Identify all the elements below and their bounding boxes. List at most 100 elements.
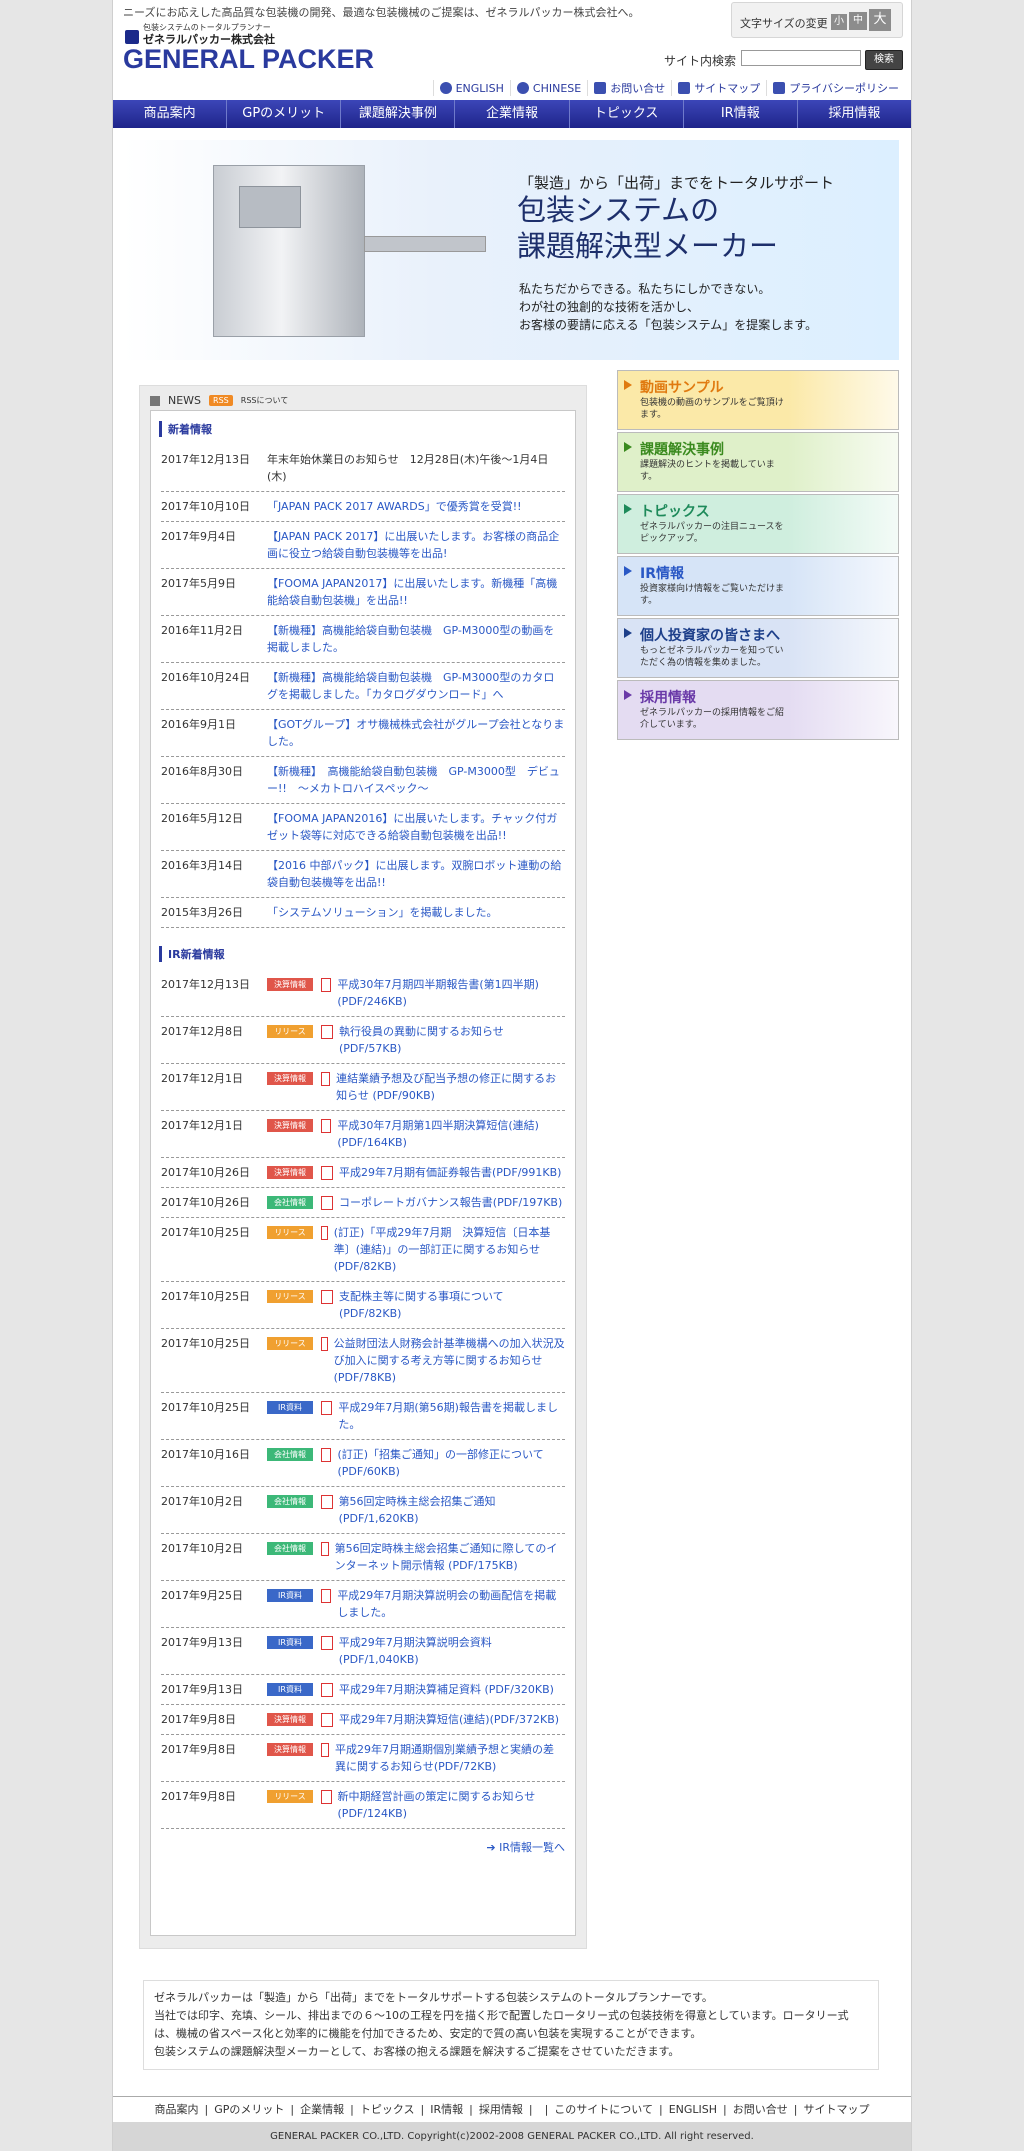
ir-news-item[interactable]: 2017年10月25日 リリース 公益財団法人財務会計基準機構への加入状況及び加入に… [161, 1329, 565, 1393]
footer-link[interactable]: 商品案内 [149, 2103, 205, 2116]
ir-news-item[interactable]: 2017年12月1日 決算情報 平成30年7月期第1四半期決算短信(連結)(PDF/… [161, 1111, 565, 1158]
ir-news-title[interactable]: 第56回定時株主総会招集ご通知(PDF/1,620KB) [339, 1493, 565, 1527]
ir-news-item[interactable]: 2017年10月2日 会社情報 第56回定時株主総会招集ご通知(PDF/1,620K… [161, 1487, 565, 1534]
news-title[interactable]: 【2016 中部パック】に出展します。双腕ロボット連動の給袋自動包装機等を出品!… [267, 857, 565, 891]
news-title[interactable]: 「JAPAN PACK 2017 AWARDS」で優秀賞を受賞!! [267, 498, 565, 515]
footer-link[interactable]: トピックス [354, 2103, 421, 2116]
ir-news-title[interactable]: 平成29年7月期決算短信(連結)(PDF/372KB) [339, 1711, 559, 1728]
ir-news-title[interactable]: 平成29年7月期決算説明会の動画配信を掲載しました。 [337, 1587, 565, 1621]
side-banner[interactable]: 個人投資家の皆さまへ もっとゼネラルパッカーを知っていただく為の情報を集めました。 [617, 618, 899, 678]
news-item[interactable]: 2016年11月2日 【新機種】高機能給袋自動包装機 GP-M3000型の動画を掲… [161, 616, 565, 663]
news-item[interactable]: 2016年3月14日 【2016 中部パック】に出展します。双腕ロボット連動の給袋… [161, 851, 565, 898]
hero-subheading: 「製造」から「出荷」までをトータルサポート [519, 174, 835, 192]
nav-merit[interactable]: GPのメリット [227, 100, 342, 128]
font-size-medium-button[interactable]: 中 [849, 12, 867, 30]
ir-news-title[interactable]: 公益財団法人財務会計基準機構への加入状況及び加入に関する考え方等に関するお知らせ… [334, 1335, 565, 1386]
news-title[interactable]: 【新機種】高機能給袋自動包装機 GP-M3000型のカタログを掲載しました。「カ… [267, 669, 565, 703]
news-item[interactable]: 2016年9月1日 【GOTグループ】オサ機械株式会社がグループ会社となりました。 [161, 710, 565, 757]
ir-news-item[interactable]: 2017年12月8日 リリース 執行役員の異動に関するお知らせ(PDF/57KB) [161, 1017, 565, 1064]
font-size-small-button[interactable]: 小 [831, 14, 847, 30]
news-item[interactable]: 2016年8月30日 【新機種】 高機能給袋自動包装機 GP-M3000型 デビュ… [161, 757, 565, 804]
logo[interactable]: GENERAL PACKER [123, 44, 374, 75]
footer-link[interactable]: 採用情報 [473, 2103, 529, 2116]
news-title[interactable]: 【FOOMA JAPAN2016】に出展いたします。チャック付ガゼット袋等に対応… [267, 810, 565, 844]
ir-news-item[interactable]: 2017年12月1日 決算情報 連結業績予想及び配当予想の修正に関するお知らせ (P… [161, 1064, 565, 1111]
search-input[interactable] [741, 50, 861, 66]
footer-link[interactable]: ENGLISH [663, 2103, 723, 2116]
logo-mark-icon[interactable] [125, 30, 139, 44]
news-item[interactable]: 2016年5月12日 【FOOMA JAPAN2016】に出展いたします。チャック… [161, 804, 565, 851]
ir-news-title[interactable]: コーポレートガバナンス報告書(PDF/197KB) [339, 1194, 562, 1211]
news-item[interactable]: 2016年10月24日 【新機種】高機能給袋自動包装機 GP-M3000型のカタロ… [161, 663, 565, 710]
util-sitemap-link[interactable]: サイトマップ [671, 80, 766, 96]
ir-news-title[interactable]: 平成29年7月期決算補足資料 (PDF/320KB) [339, 1681, 554, 1698]
rss-button[interactable]: RSS [209, 395, 233, 406]
ir-news-title[interactable]: 執行役員の異動に関するお知らせ(PDF/57KB) [339, 1023, 565, 1057]
ir-news-title[interactable]: 新中期経営計画の策定に関するお知らせ(PDF/124KB) [338, 1788, 565, 1822]
ir-news-item[interactable]: 2017年10月25日 リリース (訂正)「平成29年7月期 決算短信〔日本基準〕(… [161, 1218, 565, 1282]
nav-products[interactable]: 商品案内 [113, 100, 228, 128]
ir-news-title[interactable]: (訂正)「平成29年7月期 決算短信〔日本基準〕(連結)」の一部訂正に関するお知… [334, 1224, 565, 1275]
ir-news-item[interactable]: 2017年10月2日 会社情報 第56回定時株主総会招集ご通知に際してのインターネッ… [161, 1534, 565, 1581]
banner-photo [788, 681, 898, 739]
ir-news-item[interactable]: 2017年10月25日 リリース 支配株主等に関する事項について(PDF/82KB) [161, 1282, 565, 1329]
ir-news-item[interactable]: 2017年9月25日 IR資料 平成29年7月期決算説明会の動画配信を掲載しました。 [161, 1581, 565, 1628]
ir-news-item[interactable]: 2017年10月26日 会社情報 コーポレートガバナンス報告書(PDF/197KB) [161, 1188, 565, 1218]
nav-solutions[interactable]: 課題解決事例 [341, 100, 456, 128]
ir-news-item[interactable]: 2017年9月8日 決算情報 平成29年7月期通期個別業績予想と実績の差異に関するお… [161, 1735, 565, 1782]
ir-news-item[interactable]: 2017年9月13日 IR資料 平成29年7月期決算説明会資料(PDF/1,040K… [161, 1628, 565, 1675]
ir-more-link[interactable]: ➔ IR情報一覧へ [161, 1839, 565, 1855]
util-english-link[interactable]: ENGLISH [432, 80, 510, 96]
news-title[interactable]: 【新機種】 高機能給袋自動包装機 GP-M3000型 デビュー!! 〜メカトロハ… [267, 763, 565, 797]
side-banner[interactable]: 動画サンプル 包装機の動画のサンプルをご覧頂けます。 [617, 370, 899, 430]
font-size-large-button[interactable]: 大 [869, 9, 891, 31]
side-banner[interactable]: トピックス ゼネラルパッカーの注目ニュースをピックアップ。 [617, 494, 899, 554]
news-title[interactable]: 【FOOMA JAPAN2017】に出展いたします。新機種「高機能給袋自動包装機… [267, 575, 565, 609]
side-banner[interactable]: 採用情報 ゼネラルパッカーの採用情報をご紹介しています。 [617, 680, 899, 740]
ir-news-title[interactable]: 平成29年7月期通期個別業績予想と実績の差異に関するお知らせ(PDF/72KB) [335, 1741, 565, 1775]
ir-news-item[interactable]: 2017年10月26日 決算情報 平成29年7月期有価証券報告書(PDF/991KB… [161, 1158, 565, 1188]
footer-link[interactable] [533, 2103, 545, 2116]
ir-news-title[interactable]: 平成30年7月期四半期報告書(第1四半期)(PDF/246KB) [337, 976, 565, 1010]
ir-news-item[interactable]: 2017年9月8日 リリース 新中期経営計画の策定に関するお知らせ(PDF/124K… [161, 1782, 565, 1829]
news-item[interactable]: 2015年3月26日 「システムソリューション」を掲載しました。 [161, 898, 565, 928]
util-privacy-link[interactable]: プライバシーポリシー [766, 80, 905, 96]
rss-about-link[interactable]: RSSについて [241, 395, 288, 406]
news-title[interactable]: 【新機種】高機能給袋自動包装機 GP-M3000型の動画を掲載しました。 [267, 622, 565, 656]
util-contact-link[interactable]: お問い合せ [587, 80, 671, 96]
ir-news-item[interactable]: 2017年10月16日 会社情報 (訂正)「招集ご通知」の一部修正について(PDF/… [161, 1440, 565, 1487]
news-header: NEWS RSS RSSについて [150, 394, 288, 407]
news-title[interactable]: 【GOTグループ】オサ機械株式会社がグループ会社となりました。 [267, 716, 565, 750]
side-banner[interactable]: 課題解決事例 課題解決のヒントを掲載しています。 [617, 432, 899, 492]
side-banner[interactable]: IR情報 投資家様向け情報をご覧いただけます。 [617, 556, 899, 616]
search-button[interactable]: 検索 [865, 50, 903, 70]
nav-company[interactable]: 企業情報 [455, 100, 570, 128]
news-item[interactable]: 2017年5月9日 【FOOMA JAPAN2017】に出展いたします。新機種「高… [161, 569, 565, 616]
news-item[interactable]: 2017年10月10日 「JAPAN PACK 2017 AWARDS」で優秀賞を… [161, 492, 565, 522]
ir-news-title[interactable]: 平成30年7月期第1四半期決算短信(連結)(PDF/164KB) [337, 1117, 565, 1151]
nav-ir[interactable]: IR情報 [684, 100, 798, 128]
ir-news-title[interactable]: (訂正)「招集ご通知」の一部修正について(PDF/60KB) [337, 1446, 565, 1480]
ir-news-item[interactable]: 2017年10月25日 IR資料 平成29年7月期(第56期)報告書を掲載しました。 [161, 1393, 565, 1440]
news-title[interactable]: 【JAPAN PACK 2017】に出展いたします。お客様の商品企画に役立つ給袋… [267, 528, 565, 562]
ir-news-title[interactable]: 平成29年7月期有価証券報告書(PDF/991KB) [339, 1164, 561, 1181]
footer-link[interactable]: お問い合せ [727, 2103, 794, 2116]
ir-news-item[interactable]: 2017年9月8日 決算情報 平成29年7月期決算短信(連結)(PDF/372KB) [161, 1705, 565, 1735]
ir-news-title[interactable]: 平成29年7月期(第56期)報告書を掲載しました。 [338, 1399, 565, 1433]
footer-link[interactable]: 企業情報 [294, 2103, 350, 2116]
news-item[interactable]: 2017年9月4日 【JAPAN PACK 2017】に出展いたします。お客様の商… [161, 522, 565, 569]
footer-link[interactable]: このサイトについて [548, 2103, 659, 2116]
ir-news-item[interactable]: 2017年12月13日 決算情報 平成30年7月期四半期報告書(第1四半期)(PDF… [161, 970, 565, 1017]
footer-link[interactable]: IR情報 [424, 2103, 469, 2116]
ir-news-title[interactable]: 連結業績予想及び配当予想の修正に関するお知らせ (PDF/90KB) [336, 1070, 565, 1104]
footer-link[interactable]: GPのメリット [208, 2103, 290, 2116]
util-chinese-link[interactable]: CHINESE [509, 80, 587, 96]
ir-news-item[interactable]: 2017年9月13日 IR資料 平成29年7月期決算補足資料 (PDF/320KB) [161, 1675, 565, 1705]
ir-news-title[interactable]: 平成29年7月期決算説明会資料(PDF/1,040KB) [339, 1634, 565, 1668]
nav-topics[interactable]: トピックス [570, 100, 684, 128]
ir-news-title[interactable]: 支配株主等に関する事項について(PDF/82KB) [339, 1288, 565, 1322]
nav-recruit[interactable]: 採用情報 [798, 100, 911, 128]
news-title[interactable]: 「システムソリューション」を掲載しました。 [267, 904, 565, 921]
ir-news-title[interactable]: 第56回定時株主総会招集ご通知に際してのインターネット開示情報 (PDF/175… [335, 1540, 565, 1574]
footer-link[interactable]: サイトマップ [797, 2103, 875, 2116]
